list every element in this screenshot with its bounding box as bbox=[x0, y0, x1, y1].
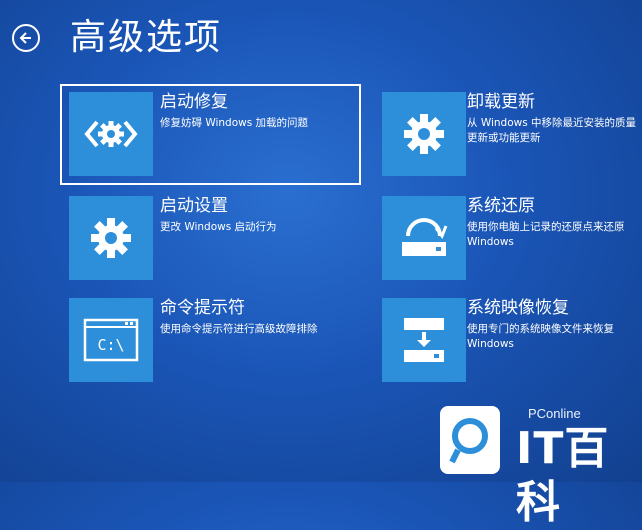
option-startup-repair[interactable]: 启动修复 修复妨碍 Windows 加载的问题 bbox=[60, 84, 361, 185]
option-title: 系统映像恢复 bbox=[467, 298, 569, 318]
startup-repair-tile bbox=[69, 92, 153, 176]
cmd-prompt-glyph: C:\ bbox=[97, 336, 124, 354]
option-description: 使用专门的系统映像文件来恢复 Windows bbox=[467, 323, 614, 350]
gear-icon bbox=[91, 218, 131, 258]
option-title: 卸载更新 bbox=[467, 92, 535, 112]
option-system-restore[interactable]: 系统还原 使用你电脑上记录的还原点来还原 Windows bbox=[375, 190, 640, 287]
search-icon bbox=[449, 418, 488, 464]
option-system-image-recovery[interactable]: 系统映像恢复 使用专门的系统映像文件来恢复 Windows bbox=[375, 292, 640, 389]
back-arrow-icon bbox=[19, 32, 31, 44]
option-description: 更改 Windows 启动行为 bbox=[160, 221, 277, 233]
startup-repair-icon bbox=[84, 120, 138, 148]
watermark-logo bbox=[440, 406, 500, 474]
option-title: 启动修复 bbox=[160, 92, 228, 112]
option-description: 使用命令提示符进行高级故障排除 bbox=[160, 323, 318, 335]
watermark: PConline IT百科 bbox=[436, 398, 642, 528]
image-recovery-tile bbox=[382, 298, 466, 382]
option-uninstall-updates[interactable]: 卸载更新 从 Windows 中移除最近安装的质量更新或功能更新 bbox=[375, 86, 640, 183]
back-button[interactable] bbox=[12, 24, 40, 52]
option-description: 使用你电脑上记录的还原点来还原 Windows bbox=[467, 221, 625, 248]
option-title: 系统还原 bbox=[467, 196, 535, 216]
option-title: 命令提示符 bbox=[160, 298, 245, 318]
system-restore-icon bbox=[402, 218, 448, 256]
gear-icon bbox=[404, 114, 444, 154]
option-command-prompt[interactable]: C:\ 命令提示符 使用命令提示符进行高级故障排除 bbox=[62, 292, 359, 389]
option-startup-settings[interactable]: 启动设置 更改 Windows 启动行为 bbox=[62, 190, 359, 287]
page-title: 高级选项 bbox=[70, 17, 223, 58]
option-title: 启动设置 bbox=[160, 196, 228, 216]
command-prompt-icon: C:\ bbox=[83, 318, 139, 362]
image-recovery-icon bbox=[404, 318, 444, 362]
uninstall-updates-tile bbox=[382, 92, 466, 176]
option-description: 修复妨碍 Windows 加载的问题 bbox=[160, 117, 309, 129]
command-prompt-tile: C:\ bbox=[69, 298, 153, 382]
option-description: 从 Windows 中移除最近安装的质量更新或功能更新 bbox=[467, 117, 637, 144]
system-restore-tile bbox=[382, 196, 466, 280]
watermark-site: PConline bbox=[528, 406, 581, 421]
startup-settings-tile bbox=[69, 196, 153, 280]
watermark-brand: IT百科 bbox=[516, 423, 610, 528]
